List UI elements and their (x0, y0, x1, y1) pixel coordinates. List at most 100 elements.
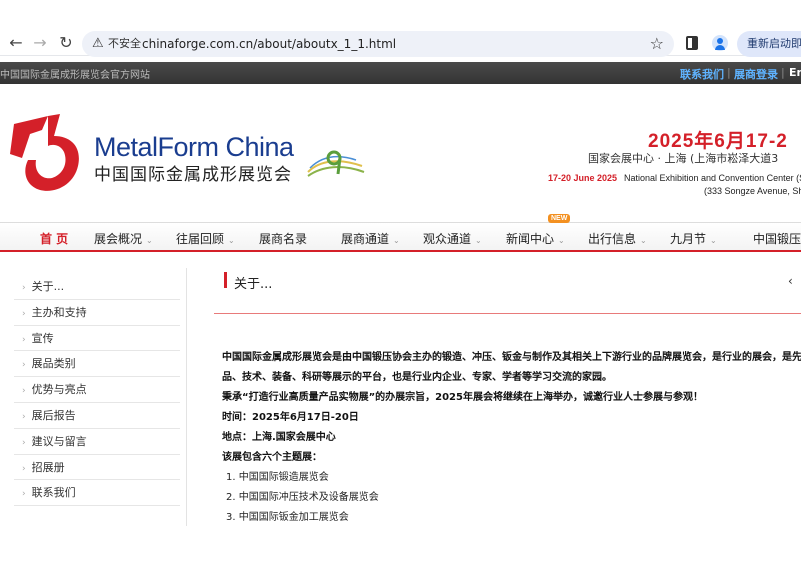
relaunch-button[interactable]: 重新启动即可更新 (737, 31, 801, 57)
chevron-down-icon: ⌄ (475, 236, 482, 245)
nav-visitor-channel-label: 观众通道 (423, 232, 472, 246)
nav-home-label: 首 页 (40, 232, 69, 246)
event-time: 时间：2025年6月17日-20日 (222, 412, 359, 423)
site-topbar: 中国国际金属成形展览会官方网站 联系我们 | 展商登录 | En (0, 62, 801, 84)
sidebar-item-organizers[interactable]: › 主办和支持 (14, 300, 180, 326)
topbar-separator: | (781, 66, 785, 79)
sidebar-item-label: 主办和支持 (31, 305, 87, 319)
nav-exhibitor-channel[interactable]: 展商通道 ⌄ (341, 230, 400, 247)
event-date-en: 17-20 June 2025 (548, 173, 618, 183)
address-bar[interactable]: ⚠ 不安全 chinaforge.com.cn/about/aboutx_1_1… (82, 31, 674, 57)
sidebar-item-highlights[interactable]: › 优势与亮点 (14, 377, 180, 403)
arrow-right-icon: → (33, 33, 47, 52)
chevron-right-icon: › (22, 437, 26, 448)
event-place: 地点：上海.国家会展中心 (222, 432, 336, 443)
chevron-left-icon[interactable]: ‹ (788, 274, 793, 288)
list-item: 1. 中国国际锻造展览会 (226, 472, 329, 483)
sidebar-item-categories[interactable]: › 展品类别 (14, 351, 180, 378)
warning-icon: ⚠ (92, 36, 104, 51)
brand-name-cn: 中国国际金属成形展览会 (94, 165, 292, 185)
sidebar-item-label: 展后报告 (31, 408, 76, 422)
event-date-cn: 2025年6月17-2 (648, 131, 788, 152)
venue-en: National Exhibition and Convention Cente… (624, 173, 801, 183)
star-icon[interactable]: ☆ (650, 34, 664, 53)
profile-icon[interactable] (712, 35, 728, 51)
contact-link[interactable]: 联系我们 (680, 66, 724, 82)
sidebar-item-label: 建议与留言 (31, 434, 87, 448)
chevron-right-icon: › (22, 308, 26, 319)
sidebar-item-about[interactable]: › 关于... (14, 274, 180, 300)
sidebar-item-promotion[interactable]: › 宣传 (14, 326, 180, 352)
site-header: MetalForm China 中国国际金属成形展览会 2025年6月17-2 … (0, 84, 801, 214)
chevron-down-icon: ⌄ (710, 236, 717, 245)
list-item: 2. 中国国际冲压技术及设备展览会 (226, 492, 379, 503)
side-panel-icon[interactable] (686, 36, 698, 50)
nav-travel[interactable]: 出行信息 ⌄ (588, 230, 647, 247)
chevron-down-icon: ⌄ (146, 236, 153, 245)
chevron-right-icon: › (22, 283, 26, 293)
sidebar-menu: › 关于... › 主办和支持 › 宣传 › 展品类别 › 优势与亮点 › 展后报告 › 建议… (14, 274, 180, 507)
themes-intro: 该展包含六个主题展： (222, 452, 322, 463)
nav-news-label: 新闻中心 (506, 232, 555, 246)
venue-cn: 国家会展中心 · 上海 (上海市崧泽大道3 (588, 152, 779, 165)
brand-name-en: MetalForm China (94, 132, 294, 162)
chevron-down-icon: ⌄ (640, 236, 647, 245)
chevron-down-icon: ⌄ (228, 236, 235, 245)
forward-button[interactable]: → (30, 33, 50, 53)
sidebar-item-contact[interactable]: › 联系我们 (14, 480, 180, 507)
chevron-right-icon: › (22, 334, 26, 345)
english-link[interactable]: En (789, 66, 801, 79)
sidebar-item-brochure[interactable]: › 招展册 (14, 455, 180, 481)
nav-travel-label: 出行信息 (588, 232, 637, 246)
chevron-right-icon: › (22, 463, 26, 474)
venue-address: (333 Songze Avenue, Sh (704, 186, 801, 196)
sidebar-item-label: 宣传 (31, 331, 54, 345)
nav-exhibitor-list-label: 展商名录 (259, 232, 308, 246)
nav-visitor-channel[interactable]: 观众通道 ⌄ (423, 230, 482, 247)
chevron-down-icon: ⌄ (393, 236, 400, 245)
sidebar-item-feedback[interactable]: › 建议与留言 (14, 429, 180, 455)
sidebar-item-label: 展品类别 (31, 357, 76, 371)
new-badge: NEW (548, 214, 571, 223)
nav-exhibitor-list[interactable]: 展商名录 (259, 230, 307, 247)
sidebar-item-label: 关于... (31, 280, 65, 293)
anniversary-logo-icon (307, 150, 365, 177)
intro-paragraph-line-3: 秉承“打造行业高质量产品实物展”的办展宗旨，2025年展会将继续在上海举办，诚邀… (222, 392, 703, 403)
nav-overview-label: 展会概况 (94, 232, 143, 246)
divider (186, 268, 187, 526)
insecure-label[interactable]: 不安全 (108, 37, 141, 51)
url-text[interactable]: chinaforge.com.cn/about/aboutx_1_1.html (142, 36, 396, 52)
nav-review[interactable]: 往届回顾 ⌄ (176, 230, 235, 247)
nav-china-forging[interactable]: 中国锻压 (753, 230, 801, 247)
nav-news[interactable]: 新闻中心 ⌄ (506, 230, 565, 247)
chevron-right-icon: › (22, 411, 26, 422)
site-label: 中国国际金属成形展览会官方网站 (0, 70, 150, 81)
sidebar-item-label: 优势与亮点 (31, 383, 87, 397)
metalform-logo-icon[interactable] (8, 114, 88, 196)
nav-review-label: 往届回顾 (176, 232, 225, 246)
title-accent-bar (224, 272, 227, 288)
nav-overview[interactable]: 展会概况 ⌄ (94, 230, 153, 247)
back-button[interactable]: ← (6, 33, 26, 53)
browser-toolbar: ← → ↻ ⚠ 不安全 chinaforge.com.cn/about/abou… (0, 0, 801, 57)
sidebar-item-post-show-report[interactable]: › 展后报告 (14, 403, 180, 429)
sidebar-item-label: 招展册 (31, 460, 65, 474)
title-divider (214, 313, 801, 314)
nav-exhibitor-channel-label: 展商通道 (341, 232, 390, 246)
nav-home[interactable]: 首 页 (40, 230, 68, 247)
nav-september-festival-label: 九月节 (670, 232, 707, 246)
nav-china-forging-label: 中国锻压 (753, 232, 801, 246)
exhibitor-login-link[interactable]: 展商登录 (734, 66, 778, 82)
chevron-right-icon: › (22, 360, 26, 371)
reload-icon: ↻ (59, 33, 73, 52)
list-item: 3. 中国国际钣金加工展览会 (226, 512, 349, 523)
topbar-separator: | (727, 66, 731, 79)
main-nav: 首 页 展会概况 ⌄ 往届回顾 ⌄ 展商名录 展商通道 ⌄ 观众通道 ⌄ 新闻中心 ⌄ 出… (0, 222, 801, 252)
nav-september-festival[interactable]: 九月节 ⌄ (670, 230, 717, 247)
reload-button[interactable]: ↻ (56, 33, 76, 53)
chevron-right-icon: › (22, 489, 26, 500)
chevron-down-icon: ⌄ (558, 236, 565, 245)
sidebar-item-label: 联系我们 (31, 486, 76, 500)
chevron-right-icon: › (22, 386, 26, 397)
intro-paragraph-line-2: 品、技术、装备、科研等展示的平台，也是行业内企业、专家、学者等学习交流的家园。 (222, 372, 612, 383)
